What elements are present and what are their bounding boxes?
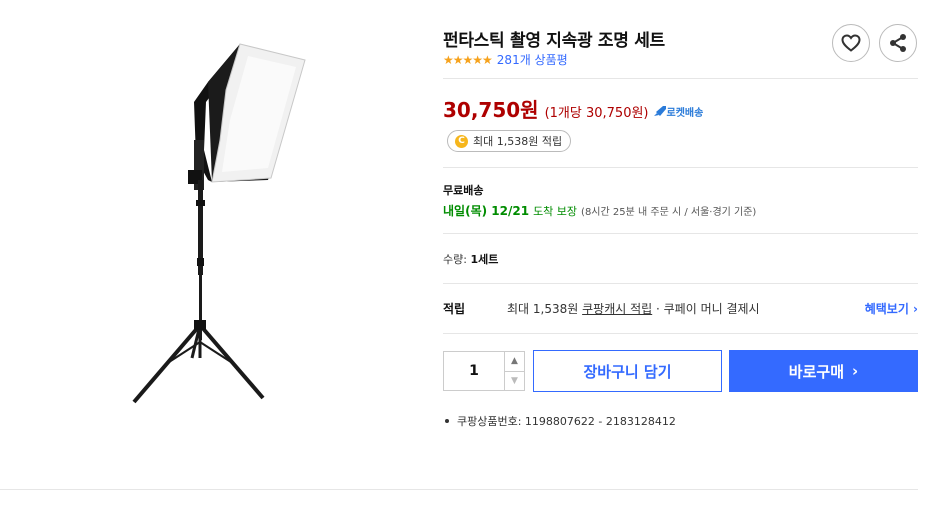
- bullet-icon: [445, 419, 449, 423]
- rocket-badge: 로켓배송: [653, 104, 704, 119]
- cash-description: 최대 1,538원 쿠팡캐시 적립 · 쿠페이 머니 결제시: [507, 300, 760, 317]
- delivery-condition: (8시간 25분 내 주문 시 / 서울⋅경기 기준): [581, 207, 757, 218]
- review-count-link[interactable]: 281개 상품평: [497, 51, 568, 68]
- light-stand-image: [132, 43, 306, 404]
- cash-title: 적립: [443, 302, 466, 316]
- share-icon: [890, 34, 906, 52]
- unit-price: (1개당 30,750원): [544, 106, 649, 121]
- buy-now-label: 바로구매: [788, 362, 844, 381]
- divider: [443, 333, 918, 334]
- divider: [443, 283, 918, 284]
- cash-desc-suffix: · 쿠페이 머니 결제시: [656, 302, 760, 316]
- quantity-info-value: 1세트: [470, 253, 499, 266]
- buy-now-button[interactable]: 바로구매 ›: [729, 350, 918, 392]
- favorite-button[interactable]: [832, 24, 870, 62]
- share-button[interactable]: [879, 24, 917, 62]
- shipping-label: 무료배송: [443, 184, 484, 197]
- heart-icon: [841, 34, 861, 52]
- delivery-guarantee: 도착 보장: [533, 205, 578, 218]
- section-divider: [0, 489, 918, 490]
- cash-desc-prefix: 최대 1,538원: [507, 302, 579, 316]
- cash-benefit-row: 적립 최대 1,538원 쿠팡캐시 적립 · 쿠페이 머니 결제시 혜택보기 ›: [443, 300, 918, 317]
- sale-price: 30,750원: [443, 98, 539, 122]
- divider: [443, 78, 918, 79]
- add-to-cart-button[interactable]: 장바구니 담기: [533, 350, 722, 392]
- divider: [443, 233, 918, 234]
- rating[interactable]: ★★★★★ 281개 상품평: [443, 51, 568, 68]
- product-number-text: 쿠팡상품번호: 1198807622 - 2183128412: [457, 415, 676, 428]
- quantity-info: 수량: 1세트: [443, 251, 498, 267]
- chevron-right-icon: ›: [852, 362, 859, 380]
- benefit-more-link[interactable]: 혜택보기 ›: [865, 300, 918, 317]
- product-number: 쿠팡상품번호: 1198807622 - 2183128412: [445, 413, 676, 429]
- price-row: 30,750원 (1개당 30,750원) 로켓배송: [443, 94, 703, 123]
- product-title: 펀타스틱 촬영 지속광 조명 세트: [443, 31, 665, 51]
- rocket-label: 로켓배송: [666, 107, 704, 119]
- quantity-info-label: 수량:: [443, 253, 467, 266]
- quantity-up-button[interactable]: ▲: [505, 352, 524, 371]
- rocket-icon: [653, 106, 666, 116]
- quantity-arrows: ▲ ▼: [504, 352, 524, 390]
- coupang-cash-link[interactable]: 쿠팡캐시 적립: [582, 302, 652, 316]
- product-image[interactable]: [100, 30, 320, 420]
- point-label: 최대 1,538원 적립: [473, 135, 563, 148]
- divider: [443, 167, 918, 168]
- delivery-info: 내일(목) 12/21 도착 보장 (8시간 25분 내 주문 시 / 서울⋅경…: [443, 202, 756, 219]
- quantity-down-button[interactable]: ▼: [505, 370, 524, 391]
- delivery-date: 내일(목) 12/21: [443, 204, 530, 218]
- quantity-input[interactable]: 1: [444, 352, 504, 390]
- quantity-stepper[interactable]: 1 ▲ ▼: [443, 351, 525, 391]
- point-badge: C 최대 1,538원 적립: [447, 130, 572, 152]
- coin-icon: C: [455, 134, 468, 148]
- star-rating-icon: ★★★★★: [443, 52, 493, 67]
